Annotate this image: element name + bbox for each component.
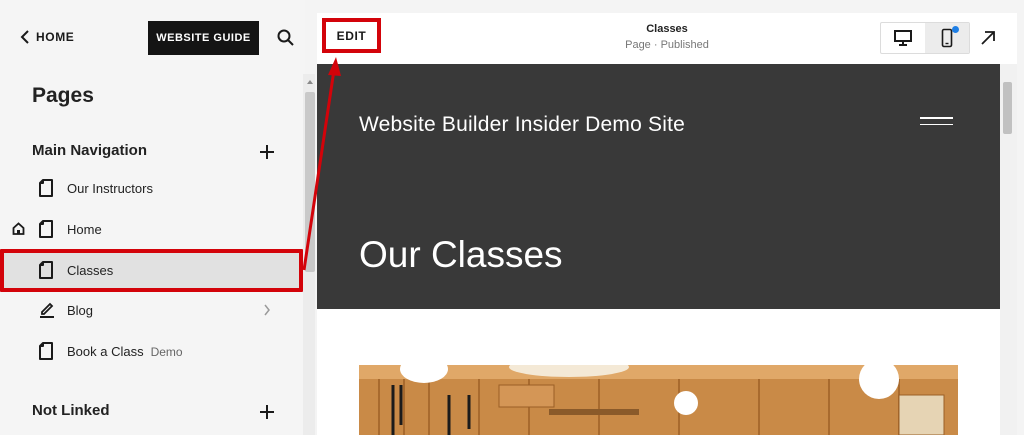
page-icon <box>39 342 53 360</box>
hero-heading: Our Classes <box>359 234 563 275</box>
arrow-up-right-icon <box>981 31 995 45</box>
back-home-label: HOME <box>36 30 75 44</box>
add-unlinked-page-button[interactable] <box>258 403 276 421</box>
hamburger-menu-icon[interactable] <box>920 117 953 131</box>
sidebar-item-home[interactable]: Home <box>0 209 303 249</box>
chevron-right-icon <box>264 304 270 316</box>
mobile-icon <box>941 28 953 48</box>
sidebar-scroll-thumb[interactable] <box>305 92 315 272</box>
preview-scroll-thumb[interactable] <box>1003 82 1012 134</box>
open-in-new-window-button[interactable] <box>979 29 997 52</box>
search-icon <box>277 29 294 46</box>
sidebar-topbar: HOME WEBSITE GUIDE <box>0 0 305 74</box>
sidebar-item-label-text: Book a Class <box>67 343 144 359</box>
desktop-view-button[interactable] <box>881 23 925 53</box>
website-guide-button[interactable]: WEBSITE GUIDE <box>148 21 259 55</box>
main-navigation-heading: Main Navigation <box>32 142 148 159</box>
pages-title: Pages <box>32 84 94 107</box>
preview-header: EDIT Classes Page · Published <box>317 13 1017 64</box>
chevron-left-icon <box>20 30 29 44</box>
sidebar-item-blog[interactable]: Blog <box>0 290 303 330</box>
search-button[interactable] <box>277 29 294 51</box>
site-preview: Website Builder Insider Demo Site Our Cl… <box>317 64 1000 435</box>
page-icon <box>39 261 53 279</box>
home-icon <box>12 222 25 235</box>
pages-sidebar: HOME WEBSITE GUIDE Pages Main Navigation… <box>0 0 305 435</box>
sidebar-item-label: Book a Class Demo <box>67 344 183 359</box>
sidebar-item-our-instructors[interactable]: Our Instructors <box>0 168 303 208</box>
not-linked-heading: Not Linked <box>32 402 110 419</box>
blog-edit-icon <box>40 302 54 318</box>
site-hero: Website Builder Insider Demo Site Our Cl… <box>317 64 1000 309</box>
demo-tag: Demo <box>150 344 183 359</box>
sidebar-item-label: Our Instructors <box>67 180 153 196</box>
back-home-link[interactable]: HOME <box>20 30 74 44</box>
sidebar-item-label: Classes <box>67 263 114 278</box>
desktop-icon <box>894 30 912 46</box>
page-icon <box>39 179 53 197</box>
sidebar-item-label: Blog <box>67 302 94 318</box>
notification-dot <box>952 26 959 33</box>
plus-icon <box>260 145 274 159</box>
device-toggle <box>880 22 970 54</box>
page-icon <box>39 220 53 238</box>
scroll-up-arrow-icon[interactable] <box>305 77 315 87</box>
sidebar-item-classes[interactable]: Classes <box>0 249 303 292</box>
page-preview-panel: EDIT Classes Page · Published Website Bu… <box>317 13 1017 435</box>
site-title[interactable]: Website Builder Insider Demo Site <box>359 113 685 137</box>
plus-icon <box>260 405 274 419</box>
mobile-view-button[interactable] <box>925 23 969 53</box>
add-page-button[interactable] <box>258 143 276 161</box>
sidebar-item-book-a-class[interactable]: Book a Class Demo <box>0 331 303 371</box>
classroom-photo <box>359 365 958 435</box>
sidebar-item-label: Home <box>67 221 102 237</box>
